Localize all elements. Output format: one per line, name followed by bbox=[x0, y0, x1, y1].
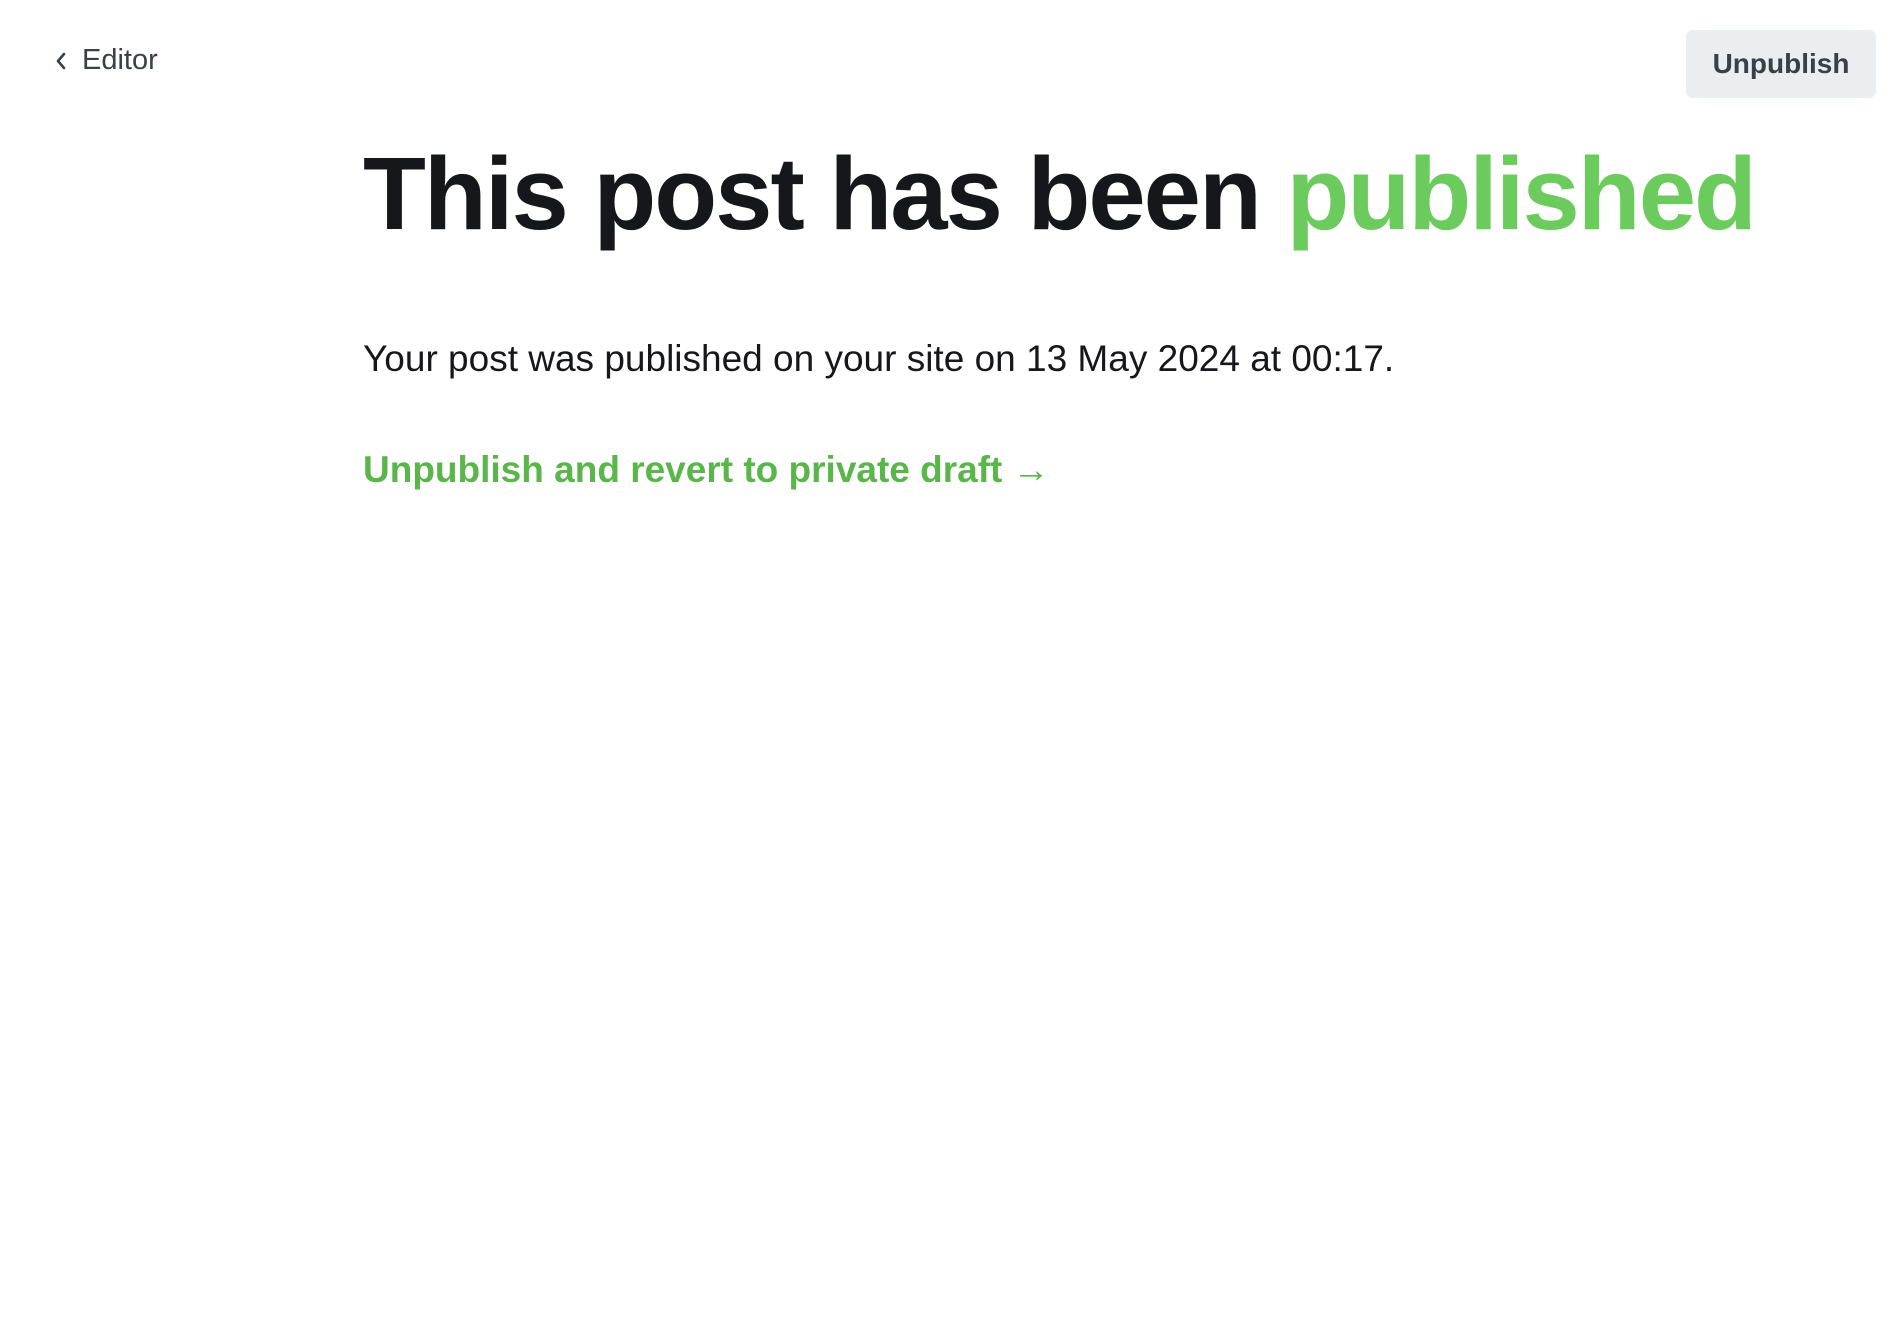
unpublish-revert-link[interactable]: Unpublish and revert to private draft → bbox=[363, 449, 1050, 491]
page-title: This post has been published bbox=[363, 130, 1757, 259]
back-to-editor-link[interactable]: Editor bbox=[54, 44, 158, 77]
back-link-label: Editor bbox=[82, 44, 158, 76]
page-title-status: published bbox=[1286, 136, 1757, 251]
unpublish-button[interactable]: Unpublish bbox=[1686, 30, 1876, 98]
chevron-left-icon bbox=[54, 50, 68, 72]
main-content: This post has been published Your post w… bbox=[363, 130, 1757, 491]
published-message: Your post was published on your site on … bbox=[363, 337, 1395, 379]
publish-confirmation-page: Editor Unpublish This post has been publ… bbox=[0, 0, 1898, 1320]
top-bar: Editor Unpublish bbox=[0, 0, 1898, 128]
page-title-prefix: This post has been bbox=[363, 136, 1262, 251]
